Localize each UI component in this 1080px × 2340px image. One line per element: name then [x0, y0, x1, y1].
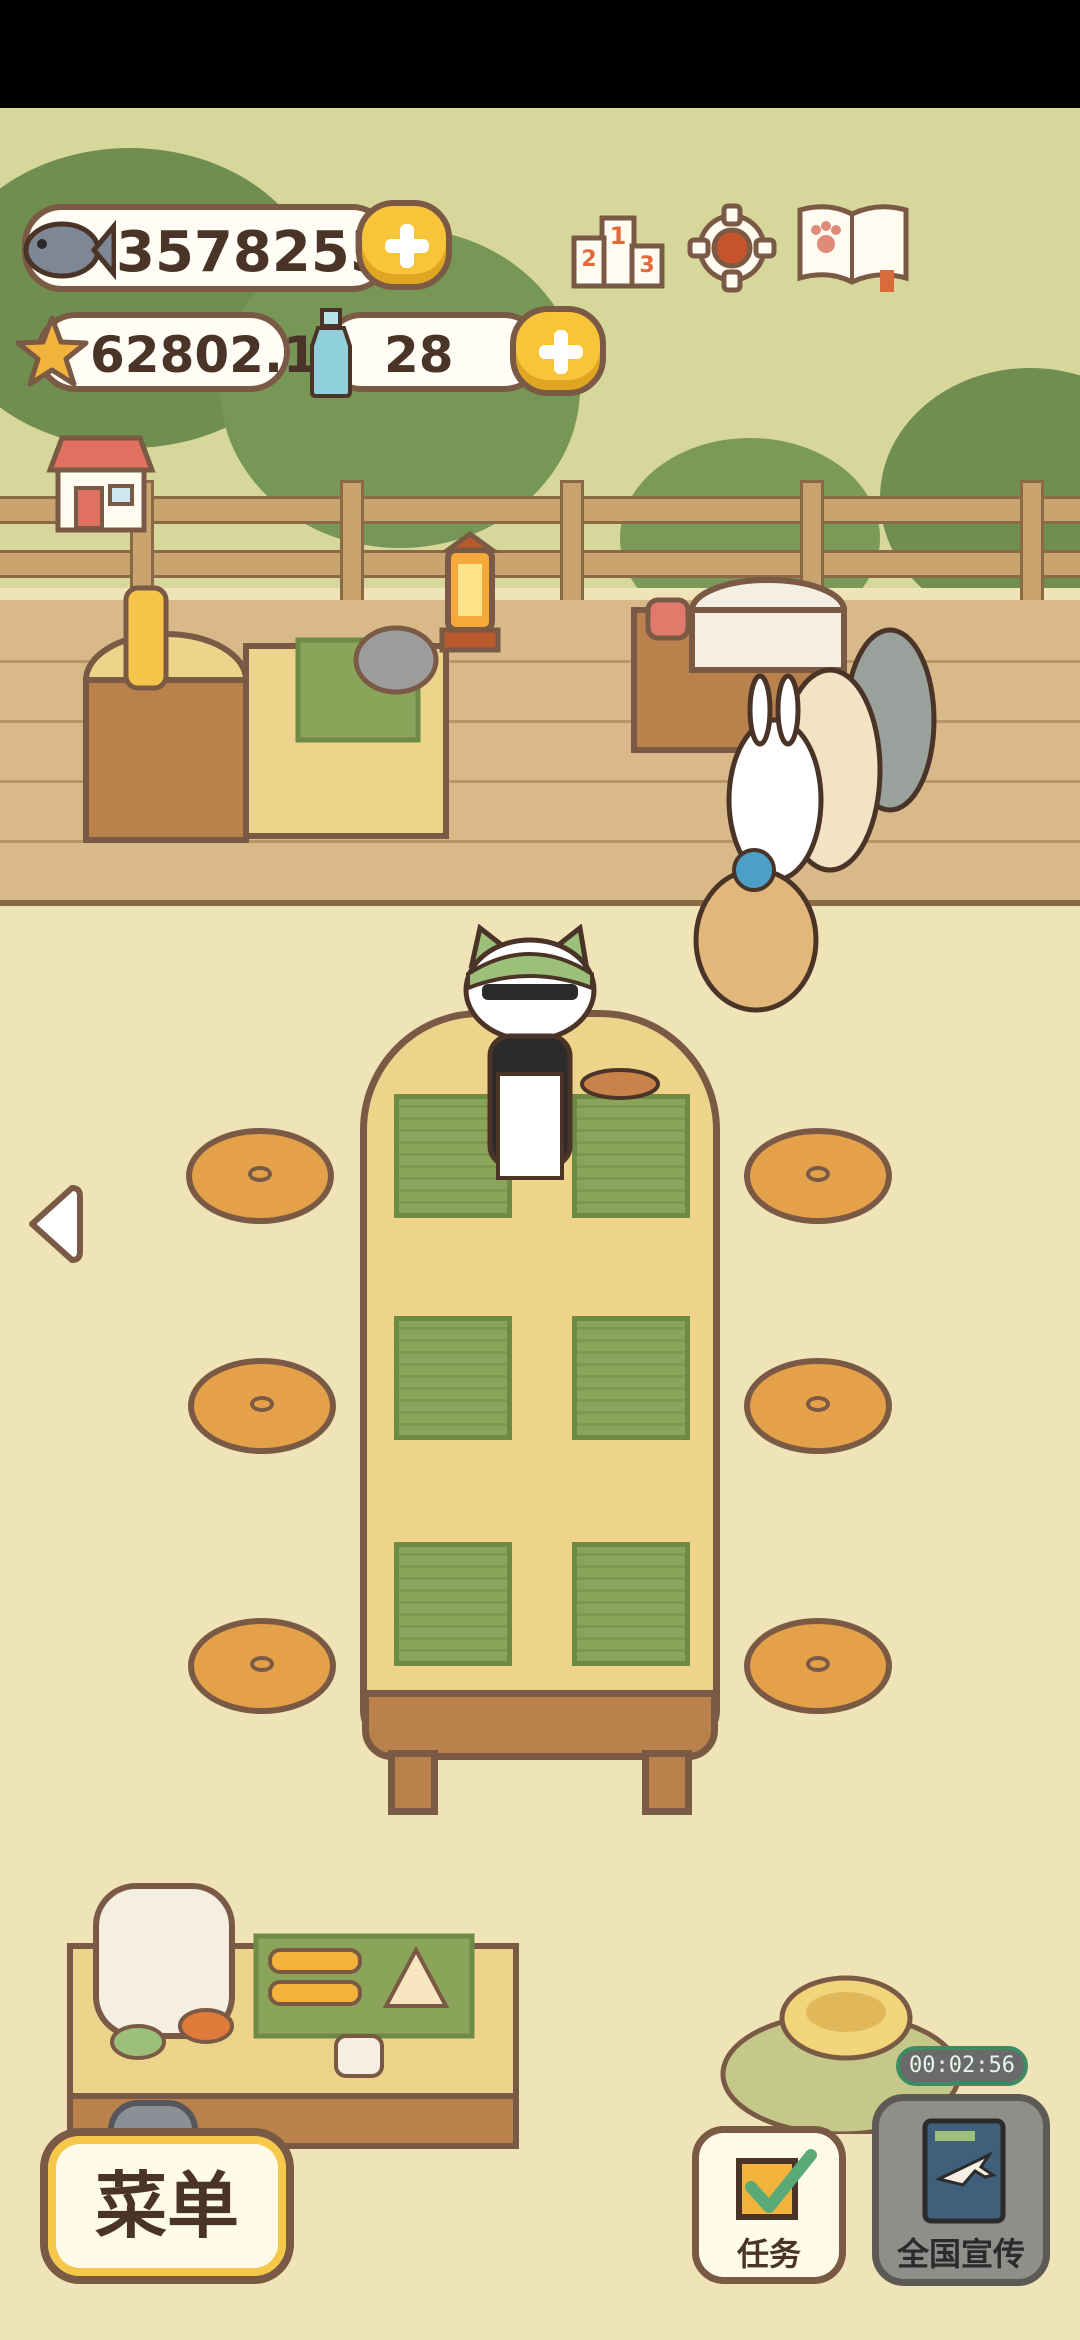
- airplane-poster-icon: [922, 2118, 1006, 2224]
- shop-icon[interactable]: [46, 430, 156, 534]
- add-bottle-button[interactable]: [510, 306, 606, 396]
- table-seat-mat[interactable]: [572, 1542, 690, 1666]
- paw-book-icon[interactable]: [794, 200, 912, 294]
- add-fish-button[interactable]: [356, 200, 452, 290]
- bottle-currency-value: 28: [384, 326, 454, 384]
- table-seat-mat[interactable]: [572, 1316, 690, 1440]
- table-seat-mat[interactable]: [394, 1316, 512, 1440]
- seat-cushion[interactable]: [188, 1358, 336, 1454]
- svg-text:1: 1: [610, 222, 627, 250]
- fish-icon: [23, 219, 116, 281]
- menu-button-label: 菜单: [94, 2164, 239, 2248]
- table-leg: [642, 1750, 692, 1815]
- checkbox-check-icon: [736, 2149, 817, 2220]
- fish-currency-value: 3578255: [116, 220, 389, 285]
- ranking-podium-icon[interactable]: 1 2 3: [570, 200, 666, 292]
- bottle-icon: [310, 308, 352, 398]
- star-currency-value: 62802.1: [90, 326, 318, 384]
- table-seat-mat[interactable]: [394, 1542, 512, 1666]
- seat-cushion[interactable]: [186, 1128, 334, 1224]
- promo-timer: 00:02:56: [896, 2046, 1028, 2086]
- svg-text:3: 3: [639, 253, 654, 278]
- customer-queue: [693, 627, 937, 1013]
- seat-cushion[interactable]: [744, 1358, 892, 1454]
- national-promotion-button[interactable]: 全国宣传: [872, 2094, 1050, 2286]
- table-leg: [388, 1750, 438, 1815]
- counter-with-teapot: [83, 585, 449, 843]
- status-bar: [0, 0, 1080, 108]
- star-icon: [15, 315, 89, 387]
- tasks-button-label: 任务: [736, 2235, 801, 2273]
- cat-waiter[interactable]: [420, 924, 660, 1224]
- left-arrow-icon[interactable]: [22, 1180, 84, 1268]
- svg-text:2: 2: [581, 247, 596, 272]
- seat-cushion[interactable]: [744, 1128, 892, 1224]
- lantern: [439, 530, 501, 653]
- seat-cushion[interactable]: [744, 1618, 892, 1714]
- menu-button[interactable]: 菜单: [40, 2128, 294, 2284]
- tasks-button[interactable]: 任务: [692, 2126, 846, 2284]
- national-promotion-label: 全国宣传: [896, 2235, 1025, 2273]
- seat-cushion[interactable]: [188, 1618, 336, 1714]
- settings-gear-icon[interactable]: [686, 202, 778, 294]
